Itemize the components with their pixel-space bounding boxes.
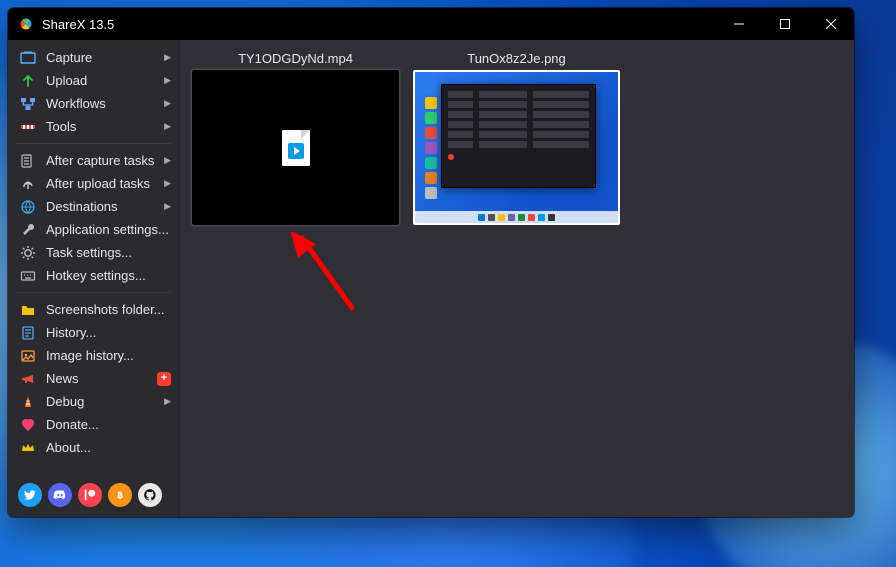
sidebar-item-after-capture[interactable]: After capture tasks ▶: [8, 149, 179, 172]
gear-icon: [20, 245, 36, 261]
history-icon: [20, 325, 36, 341]
discord-icon: [53, 488, 67, 502]
sidebar-item-about[interactable]: About...: [8, 436, 179, 459]
chevron-right-icon: ▶: [164, 121, 171, 132]
sidebar-item-after-upload[interactable]: After upload tasks ▶: [8, 172, 179, 195]
file-card[interactable]: TunOx8z2Je.png: [413, 48, 620, 225]
news-badge: +: [157, 372, 171, 386]
sidebar-item-screenshots-folder[interactable]: Screenshots folder...: [8, 298, 179, 321]
sidebar-item-app-settings[interactable]: Application settings...: [8, 218, 179, 241]
chevron-right-icon: ▶: [164, 201, 171, 212]
app-window: ShareX 13.5 Capture ▶ Upload ▶: [8, 8, 854, 517]
patreon-icon: [83, 488, 97, 502]
file-thumbnail[interactable]: [413, 70, 620, 225]
sidebar-item-label: Debug: [46, 394, 160, 409]
sidebar-item-capture[interactable]: Capture ▶: [8, 46, 179, 69]
sidebar-item-label: After upload tasks: [46, 176, 160, 191]
close-button[interactable]: [808, 8, 854, 40]
tools-icon: [20, 119, 36, 135]
sidebar-item-label: Tools: [46, 119, 160, 134]
sidebar-item-destinations[interactable]: Destinations ▶: [8, 195, 179, 218]
close-icon: [826, 19, 836, 29]
crown-icon: [20, 440, 36, 456]
sidebar-item-label: Screenshots folder...: [46, 302, 171, 317]
traffic-cone-icon: [20, 394, 36, 410]
sidebar-item-label: Application settings...: [46, 222, 171, 237]
video-file-icon: [282, 130, 310, 166]
upload-icon: [20, 73, 36, 89]
sidebar-item-tools[interactable]: Tools ▶: [8, 115, 179, 138]
annotation-arrow: [290, 232, 370, 322]
content-area[interactable]: TY1ODGDyNd.mp4 TunOx8z2Je.png: [180, 40, 854, 517]
github-icon: [143, 488, 157, 502]
keyboard-icon: [20, 268, 36, 284]
window-title: ShareX 13.5: [42, 17, 114, 32]
image-history-icon: [20, 348, 36, 364]
sidebar-item-label: Upload: [46, 73, 160, 88]
sidebar-item-label: About...: [46, 440, 171, 455]
titlebar: ShareX 13.5: [8, 8, 854, 40]
separator: [16, 292, 171, 293]
sidebar-item-debug[interactable]: Debug ▶: [8, 390, 179, 413]
sidebar-item-label: Destinations: [46, 199, 160, 214]
github-link[interactable]: [138, 483, 162, 507]
wrench-icon: [20, 222, 36, 238]
file-thumbnail[interactable]: [192, 70, 399, 225]
after-capture-icon: [20, 153, 36, 169]
chevron-right-icon: ▶: [164, 178, 171, 189]
chevron-right-icon: ▶: [164, 98, 171, 109]
folder-icon: [20, 302, 36, 318]
globe-icon: [20, 199, 36, 215]
after-upload-icon: [20, 176, 36, 192]
screenshot-preview: [415, 72, 618, 223]
minimize-button[interactable]: [716, 8, 762, 40]
file-card[interactable]: TY1ODGDyNd.mp4: [192, 48, 399, 225]
twitter-icon: [23, 488, 37, 502]
sidebar-item-label: After capture tasks: [46, 153, 160, 168]
file-name: TY1ODGDyNd.mp4: [238, 48, 353, 68]
chevron-right-icon: ▶: [164, 155, 171, 166]
sidebar-item-label: Task settings...: [46, 245, 171, 260]
sidebar-item-image-history[interactable]: Image history...: [8, 344, 179, 367]
chevron-right-icon: ▶: [164, 396, 171, 407]
patreon-link[interactable]: [78, 483, 102, 507]
sidebar-item-label: Donate...: [46, 417, 171, 432]
svg-text:฿: ฿: [117, 490, 123, 500]
sharex-logo-icon: [18, 16, 34, 32]
sidebar-item-donate[interactable]: Donate...: [8, 413, 179, 436]
sidebar-item-label: Workflows: [46, 96, 160, 111]
twitter-link[interactable]: [18, 483, 42, 507]
sidebar-item-label: Hotkey settings...: [46, 268, 171, 283]
megaphone-icon: [20, 371, 36, 387]
sidebar-item-workflows[interactable]: Workflows ▶: [8, 92, 179, 115]
sidebar-item-hotkey-settings[interactable]: Hotkey settings...: [8, 264, 179, 287]
social-links: ฿: [8, 477, 179, 509]
chevron-right-icon: ▶: [164, 52, 171, 63]
sidebar-item-label: News: [46, 371, 153, 386]
sidebar-item-task-settings[interactable]: Task settings...: [8, 241, 179, 264]
chevron-right-icon: ▶: [164, 75, 171, 86]
sidebar-item-label: History...: [46, 325, 171, 340]
sidebar-item-label: Image history...: [46, 348, 171, 363]
bitcoin-link[interactable]: ฿: [108, 483, 132, 507]
separator: [16, 143, 171, 144]
maximize-button[interactable]: [762, 8, 808, 40]
file-name: TunOx8z2Je.png: [467, 48, 566, 68]
sidebar: Capture ▶ Upload ▶ Workflows ▶ Tools ▶: [8, 40, 180, 517]
capture-icon: [20, 50, 36, 66]
sidebar-item-history[interactable]: History...: [8, 321, 179, 344]
heart-icon: [20, 417, 36, 433]
sidebar-item-upload[interactable]: Upload ▶: [8, 69, 179, 92]
workflows-icon: [20, 96, 36, 112]
minimize-icon: [734, 19, 744, 29]
sidebar-item-label: Capture: [46, 50, 160, 65]
discord-link[interactable]: [48, 483, 72, 507]
maximize-icon: [780, 19, 790, 29]
sidebar-item-news[interactable]: News +: [8, 367, 179, 390]
bitcoin-icon: ฿: [113, 488, 127, 502]
